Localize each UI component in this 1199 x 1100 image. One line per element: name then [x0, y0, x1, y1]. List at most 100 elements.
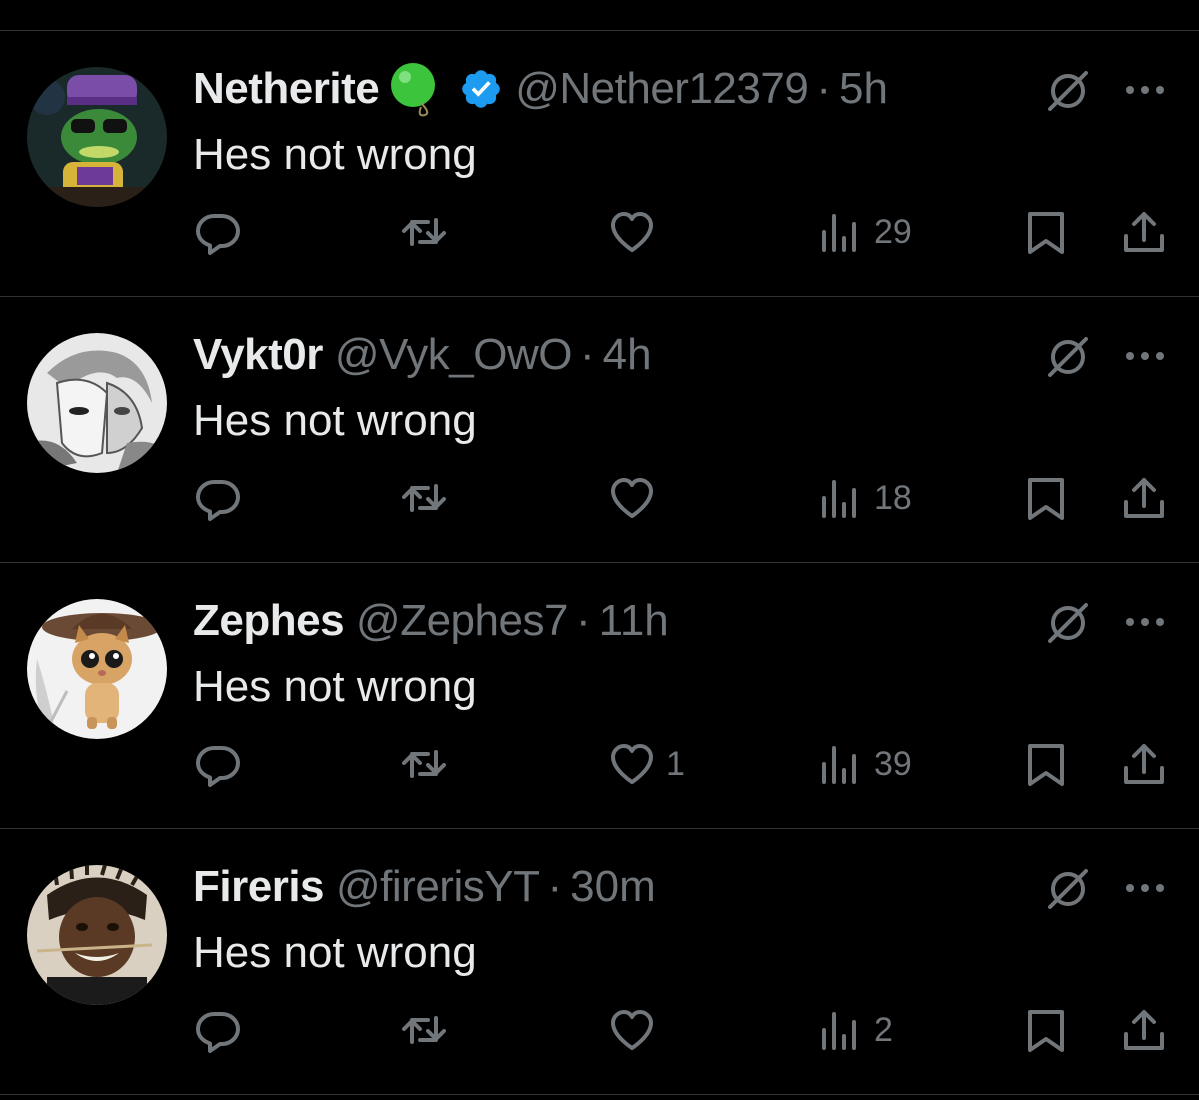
views-icon — [816, 1006, 864, 1054]
bookmark-icon — [1022, 740, 1070, 788]
post-text: Hes not wrong — [193, 396, 477, 445]
separator-dot: · — [575, 596, 591, 645]
green-balloon-badge-icon — [381, 59, 451, 119]
share-button[interactable] — [1120, 1005, 1168, 1055]
grok-icon[interactable] — [1044, 865, 1092, 913]
post[interactable]: Zephes @Zephes7 · 11h Hes not wrong 1 39 — [0, 563, 1199, 829]
like-button[interactable] — [608, 207, 666, 257]
bookmark-icon — [1022, 474, 1070, 522]
repost-button[interactable] — [400, 207, 448, 257]
views-icon — [816, 208, 864, 256]
verified-icon[interactable] — [459, 67, 503, 111]
post-header: Vykt0r @Vyk_OwO · 4h — [193, 325, 652, 385]
post-header: Zephes @Zephes7 · 11h — [193, 591, 669, 651]
avatar[interactable] — [27, 333, 167, 473]
share-button[interactable] — [1120, 739, 1168, 789]
timestamp[interactable]: 4h — [603, 325, 652, 385]
separator-dot: · — [579, 330, 595, 379]
post-header: Fireris @firerisYT · 30m — [193, 857, 656, 917]
reply-button[interactable] — [194, 207, 242, 257]
more-icon[interactable] — [1122, 607, 1168, 637]
post[interactable]: Netherite @Nether12379 · 5h Hes not wron… — [0, 31, 1199, 297]
reply-button[interactable] — [194, 1005, 242, 1055]
reply-icon — [194, 740, 242, 788]
more-icon[interactable] — [1122, 341, 1168, 371]
frog-avatar-image — [27, 67, 167, 207]
share-icon — [1120, 740, 1168, 788]
bookmark-icon — [1022, 1006, 1070, 1054]
repost-icon — [400, 474, 448, 522]
post-text: Hes not wrong — [193, 928, 477, 977]
views-count: 18 — [874, 478, 912, 517]
views-button[interactable]: 39 — [816, 739, 912, 789]
avatar[interactable] — [27, 865, 167, 1005]
separator-dot: · — [816, 64, 831, 113]
post[interactable]: Vykt0r @Vyk_OwO · 4h Hes not wrong 18 — [0, 297, 1199, 563]
user-handle[interactable]: @Nether12379 — [515, 59, 809, 119]
like-button[interactable] — [608, 473, 666, 523]
repost-icon — [400, 1006, 448, 1054]
timestamp[interactable]: 30m — [570, 857, 656, 917]
more-icon[interactable] — [1122, 873, 1168, 903]
share-icon — [1120, 208, 1168, 256]
post-text: Hes not wrong — [193, 130, 477, 179]
like-button[interactable] — [608, 1005, 666, 1055]
share-button[interactable] — [1120, 473, 1168, 523]
like-count: 1 — [666, 744, 685, 783]
reply-icon — [194, 474, 242, 522]
views-count: 29 — [874, 212, 912, 251]
reply-feed: Netherite @Nether12379 · 5h Hes not wron… — [0, 31, 1199, 1095]
post[interactable]: Fireris @firerisYT · 30m Hes not wrong 2 — [0, 829, 1199, 1095]
like-icon — [608, 1006, 656, 1054]
display-name[interactable]: Vykt0r — [193, 325, 323, 385]
bookmark-button[interactable] — [1022, 739, 1070, 789]
share-icon — [1120, 1006, 1168, 1054]
views-button[interactable]: 18 — [816, 473, 912, 523]
user-handle[interactable]: @firerisYT — [336, 857, 540, 917]
avatar[interactable] — [27, 599, 167, 739]
reply-icon — [194, 208, 242, 256]
bookmark-icon — [1022, 208, 1070, 256]
timestamp[interactable]: 11h — [599, 591, 669, 651]
display-name[interactable]: Fireris — [193, 857, 325, 917]
grok-icon[interactable] — [1044, 599, 1092, 647]
anime-sketch-avatar-image — [27, 333, 167, 473]
grok-icon[interactable] — [1044, 67, 1092, 115]
repost-icon — [400, 740, 448, 788]
like-icon — [608, 208, 656, 256]
user-handle[interactable]: @Zephes7 — [356, 591, 568, 651]
cat-avatar-image — [27, 599, 167, 739]
person-photo-avatar-image — [27, 865, 167, 1005]
views-count: 2 — [874, 1010, 893, 1049]
separator-dot: · — [547, 862, 563, 911]
views-icon — [816, 740, 864, 788]
repost-icon — [400, 208, 448, 256]
views-count: 39 — [874, 744, 912, 783]
bookmark-button[interactable] — [1022, 473, 1070, 523]
bookmark-button[interactable] — [1022, 207, 1070, 257]
post-text: Hes not wrong — [193, 662, 477, 711]
repost-button[interactable] — [400, 1005, 448, 1055]
user-handle[interactable]: @Vyk_OwO — [335, 325, 573, 385]
bookmark-button[interactable] — [1022, 1005, 1070, 1055]
repost-button[interactable] — [400, 739, 448, 789]
share-icon — [1120, 474, 1168, 522]
reply-button[interactable] — [194, 473, 242, 523]
views-button[interactable]: 29 — [816, 207, 912, 257]
views-icon — [816, 474, 864, 522]
reply-icon — [194, 1006, 242, 1054]
like-icon — [608, 474, 656, 522]
like-icon — [608, 740, 656, 788]
like-button[interactable]: 1 — [608, 739, 685, 789]
display-name[interactable]: Zephes — [193, 591, 345, 651]
views-button[interactable]: 2 — [816, 1005, 893, 1055]
grok-icon[interactable] — [1044, 333, 1092, 381]
reply-button[interactable] — [194, 739, 242, 789]
display-name[interactable]: Netherite — [193, 59, 380, 119]
avatar[interactable] — [27, 67, 167, 207]
repost-button[interactable] — [400, 473, 448, 523]
timestamp[interactable]: 5h — [839, 59, 888, 119]
post-header: Netherite @Nether12379 · 5h — [193, 59, 888, 119]
share-button[interactable] — [1120, 207, 1168, 257]
more-icon[interactable] — [1122, 75, 1168, 105]
